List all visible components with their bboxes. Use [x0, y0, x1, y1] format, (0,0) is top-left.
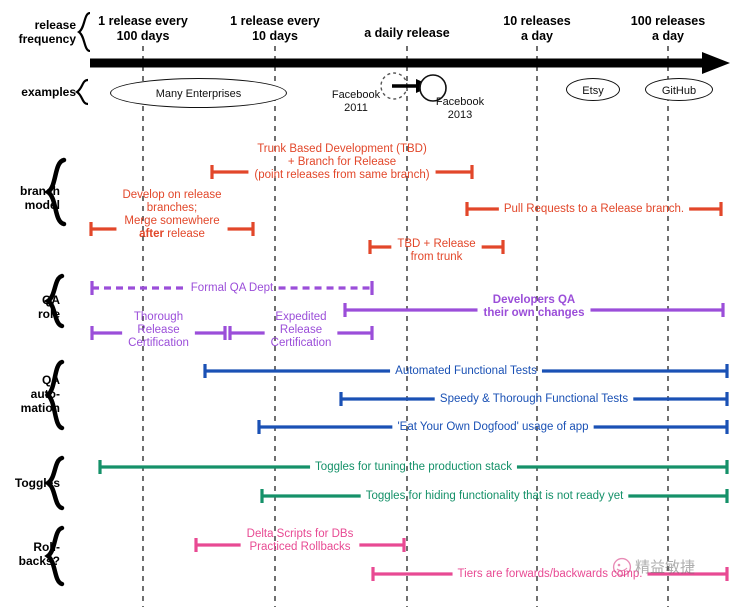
range-bar-label-line: Toggles for hiding functionality that is… — [365, 490, 624, 502]
range-bar-label-line: from trunk — [410, 251, 463, 263]
range-bar-label-line: Certification — [270, 337, 332, 349]
range-bar-label-line: after release — [139, 228, 205, 240]
range-bar-label-line: Pull Requests to a Release branch. — [503, 203, 685, 215]
watermark: 精益敏捷 — [612, 556, 695, 577]
range-bar-label-line: Delta Scripts for DBs — [246, 528, 354, 540]
range-bar-label-line: 'Eat Your Own Dogfood' usage of app — [397, 421, 589, 433]
watermark-text: 精益敏捷 — [635, 558, 696, 576]
watermark-logo-icon — [612, 557, 632, 576]
range-bar-label-line: + Branch for Release — [287, 156, 397, 168]
range-bar-label-line: Certification — [128, 337, 189, 349]
range-bar-label-line: branches; — [146, 202, 198, 214]
range-bar-label-line: Release — [137, 324, 180, 336]
range-bar-label-line: Thorough — [133, 311, 184, 323]
range-bars-layer — [89, 165, 729, 581]
range-bar-label-line: Expedited — [275, 311, 327, 323]
range-bar-label-line: Release — [279, 324, 323, 336]
range-bar-label-line: Formal QA Dept — [190, 282, 274, 294]
range-bar-label-line: Develop on release — [122, 189, 222, 201]
range-bar-label-line: Speedy & Thorough Functional Tests — [439, 393, 629, 405]
range-bar-label-line: TBD + Release — [397, 238, 476, 250]
range-bar-label-line: their own changes — [483, 307, 585, 319]
range-bar-label-line: Trunk Based Development (TBD) — [257, 143, 427, 155]
range-bar-label-line: (point releases from same branch) — [254, 169, 430, 181]
range-bar-label-line: Automated Functional Tests — [395, 365, 537, 377]
diagram-canvas: release frequency 1 release every 100 da… — [0, 0, 739, 607]
range-bar-label-line: Merge somewhere — [124, 215, 220, 227]
range-bar-label-line: Toggles for tuning the production stack — [315, 461, 512, 473]
range-bar-label-line: Developers QA — [492, 294, 576, 306]
range-bar-label-line: Practiced Rollbacks — [249, 541, 351, 553]
